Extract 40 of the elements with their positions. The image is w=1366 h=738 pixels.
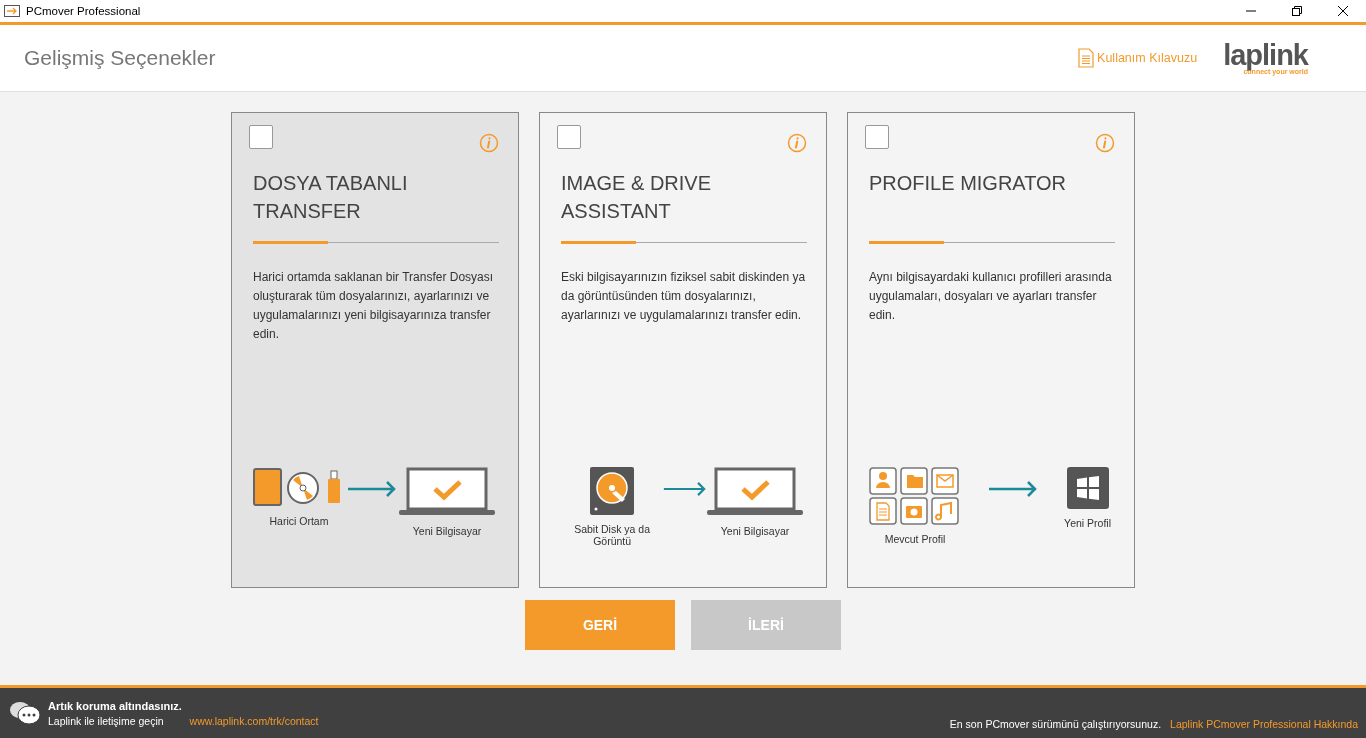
info-icon[interactable] — [479, 133, 499, 153]
info-icon[interactable] — [1095, 133, 1115, 153]
target-label: Yeni Bilgisayar — [412, 525, 482, 537]
page-title: Gelişmiş Seçenekler — [24, 46, 216, 70]
arrow-icon — [987, 481, 1038, 497]
checkbox[interactable] — [249, 125, 273, 149]
option-card[interactable]: DOSYA TABANLI TRANSFER Harici ortamda saklanan bir Transfer Dosyası oluşturarak tüm dosyalarınızı, ayarlarınızı ve uygulamalarınızı yeni bilgisayarınıza transfer edin. Harici Ortam Yeni Bilgisayar — [231, 112, 519, 588]
target-label: Yeni Bilgisayar — [720, 525, 790, 537]
card-title: IMAGE & DRIVE ASSISTANT — [561, 171, 713, 224]
document-icon — [1078, 48, 1095, 68]
info-icon[interactable] — [787, 133, 807, 153]
contact-text: Laplink ile iletişime geçin — [48, 714, 164, 727]
source-label: Harici Ortam — [269, 515, 329, 527]
source-label: Sabit Disk ya da Görüntü — [573, 523, 652, 547]
arrow-icon — [663, 481, 707, 497]
card-title: PROFILE MIGRATOR — [869, 171, 1068, 196]
version-text: En son PCmover sürümünü çalıştırıyorsunuz. — [949, 718, 1162, 730]
profile-items-icon — [869, 467, 961, 525]
checkbox[interactable] — [865, 125, 889, 149]
app-icon — [4, 5, 20, 17]
about-link[interactable]: Laplink PCmover Professional Hakkında — [1170, 718, 1358, 730]
option-card[interactable]: PROFILE MIGRATOR Aynı bilgisayardaki kullanıcı profilleri arasında uygulamaları, dosyaları ve ayarları transfer edin. Mevcut Profil Yeni Profil — [847, 112, 1135, 588]
status-text: Artık koruma altındasınız. — [48, 699, 183, 712]
card-title: DOSYA TABANLI TRANSFER — [253, 171, 409, 224]
checkbox[interactable] — [557, 125, 581, 149]
card-description: Harici ortamda saklanan bir Transfer Dosyası oluşturarak tüm dosyalarınızı, ayarlarınızı ve uygulamalarınızı yeni bilgisayarınıza transfer edin. — [253, 269, 495, 343]
source-label: Mevcut Profil — [884, 533, 946, 545]
contact-link[interactable]: www.laplink.com/trk/contact — [189, 714, 319, 727]
arrow-icon — [347, 481, 397, 497]
chat-bubbles-icon — [9, 700, 41, 726]
window-title: PCmover Professional — [26, 5, 141, 17]
laptop-check-icon — [399, 467, 495, 517]
card-description: Eski bilgisayarınızın fiziksel sabit diskinden ya da görüntüsünden tüm dosyalarınızı, ayarlarınızı ve uygulamalarınızı transfer edin. — [561, 269, 807, 324]
restore-icon[interactable] — [1292, 6, 1302, 16]
close-icon[interactable] — [1338, 6, 1348, 16]
laptop-check-icon — [707, 467, 803, 517]
target-label: Yeni Profil — [1064, 517, 1111, 529]
option-card[interactable]: IMAGE & DRIVE ASSISTANT Eski bilgisayarınızın fiziksel sabit diskinden ya da görüntüsünden tüm dosyalarınızı, ayarlarınızı ve uygulamalarınızı transfer edin. Sabit Disk ya da Görüntü Yeni Bilgisayar — [539, 112, 827, 588]
card-description: Aynı bilgisayardaki kullanıcı profilleri arasında uygulamaları, dosyaları ve ayarları transfer edin. — [869, 269, 1113, 324]
windows-logo-icon — [1066, 467, 1109, 509]
